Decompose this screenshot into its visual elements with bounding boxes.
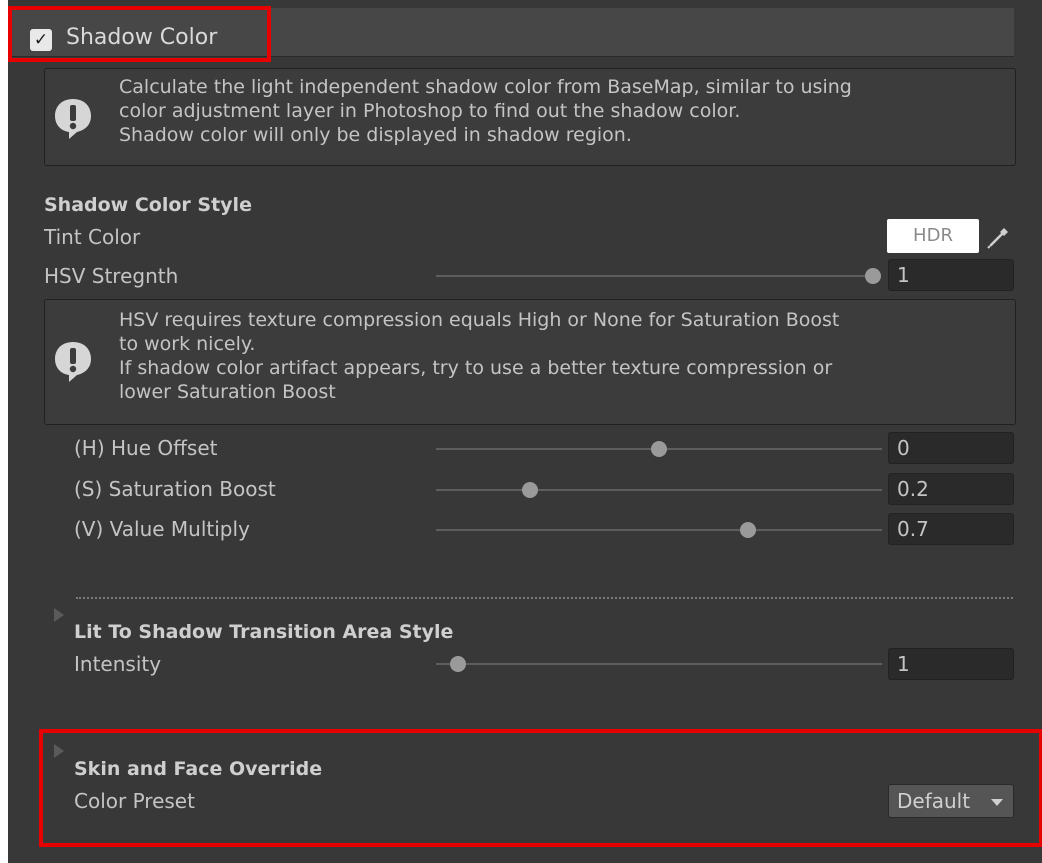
saturation-boost-label: (S) Saturation Boost: [74, 477, 276, 501]
saturation-boost-slider-thumb[interactable]: [521, 482, 538, 498]
help-box-hsv: HSV requires texture compression equals …: [44, 299, 1016, 425]
warning-icon: [55, 342, 91, 382]
intensity-label: Intensity: [74, 652, 162, 676]
hsv-strength-slider-thumb[interactable]: [865, 268, 881, 284]
hsv-strength-slider-track[interactable]: [436, 275, 873, 277]
intensity-slider-thumb[interactable]: [450, 656, 467, 672]
hsv-strength-label: HSV Stregnth: [44, 264, 179, 288]
shadow-color-checkbox[interactable]: ✓: [30, 29, 52, 51]
value-multiply-field[interactable]: 0.7: [888, 513, 1014, 545]
shadow-color-foldout-header[interactable]: ✓ Shadow Color: [8, 8, 1014, 57]
transition-title: Lit To Shadow Transition Area Style: [74, 621, 454, 643]
skin-face-foldout-arrow-icon[interactable]: [54, 744, 64, 758]
inspector-panel: ✓ Shadow Color Calculate the light indep…: [8, 0, 1042, 863]
help-line: color adjustment layer in Photoshop to f…: [119, 100, 741, 122]
color-preset-dropdown[interactable]: Default: [888, 784, 1014, 818]
warning-icon: [55, 99, 91, 139]
hue-offset-slider-thumb[interactable]: [651, 441, 667, 457]
help-line: If shadow color artifact appears, try to…: [119, 357, 833, 379]
hsv-strength-field[interactable]: 1: [888, 259, 1014, 291]
help-line: to work nicely.: [119, 333, 256, 355]
chevron-down-icon: [991, 799, 1003, 806]
hue-offset-field[interactable]: 0: [888, 432, 1014, 464]
help-line: Shadow color will only be displayed in s…: [119, 124, 632, 146]
value-multiply-label: (V) Value Multiply: [74, 517, 250, 541]
help-box-shadow-color: Calculate the light independent shadow c…: [44, 68, 1016, 166]
section-divider: [76, 597, 1013, 599]
shadow-color-style-title: Shadow Color Style: [44, 194, 252, 216]
color-preset-value: Default: [897, 789, 971, 813]
skin-face-title: Skin and Face Override: [74, 758, 323, 780]
value-multiply-slider-track[interactable]: [436, 529, 882, 531]
help-line: HSV requires texture compression equals …: [119, 309, 840, 331]
shadow-color-title: Shadow Color: [66, 25, 218, 50]
color-preset-label: Color Preset: [74, 789, 195, 813]
transition-foldout-arrow-icon[interactable]: [54, 608, 64, 622]
tint-color-label: Tint Color: [44, 225, 141, 249]
eyedropper-icon[interactable]: [983, 219, 1013, 253]
help-line: lower Saturation Boost: [119, 381, 336, 403]
intensity-slider-track[interactable]: [436, 663, 882, 665]
tint-color-swatch[interactable]: HDR: [887, 219, 979, 253]
saturation-boost-field[interactable]: 0.2: [888, 473, 1014, 505]
help-line: Calculate the light independent shadow c…: [119, 76, 852, 98]
intensity-field[interactable]: 1: [888, 648, 1014, 680]
saturation-boost-slider-track[interactable]: [436, 489, 882, 491]
value-multiply-slider-thumb[interactable]: [740, 522, 757, 538]
hue-offset-label: (H) Hue Offset: [74, 436, 218, 460]
